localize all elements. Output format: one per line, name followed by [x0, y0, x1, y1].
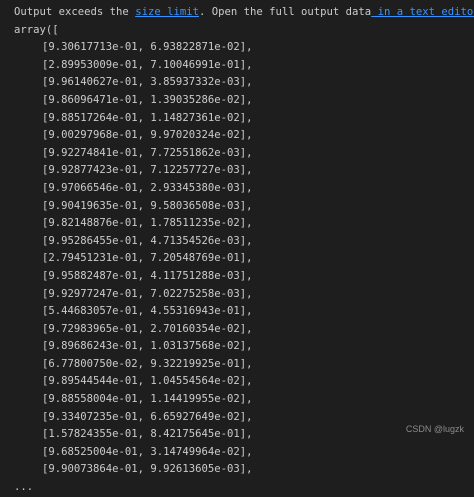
- array-row: [5.44683057e-01, 4.55316943e-01],: [42, 305, 253, 318]
- array-row: [6.77800750e-02, 9.32219925e-01],: [42, 357, 253, 370]
- notice-prefix: Output exceeds the: [14, 6, 136, 18]
- array-row: [9.00297968e-01, 9.97020324e-02],: [42, 129, 253, 142]
- array-row: [9.89686243e-01, 1.03137568e-02],: [42, 340, 253, 353]
- array-row: [9.72983965e-01, 2.70160354e-02],: [42, 322, 253, 335]
- array-row: [9.88517264e-01, 1.14827361e-02],: [42, 111, 253, 124]
- watermark: CSDN @lugzk: [405, 424, 464, 434]
- array-row: [9.96140627e-01, 3.85937332e-03],: [42, 76, 253, 89]
- truncation-ellipsis: ...: [14, 481, 34, 494]
- array-row: [9.90073864e-01, 9.92613605e-03],: [42, 463, 253, 476]
- array-row: [2.89953009e-01, 7.10046991e-01],: [42, 58, 253, 71]
- array-row: [9.92274841e-01, 7.72551862e-03],: [42, 146, 253, 159]
- array-row: [9.88558004e-01, 1.14419955e-02],: [42, 393, 253, 406]
- array-row: [9.95882487e-01, 4.11751288e-03],: [42, 269, 253, 282]
- array-row: [9.30617713e-01, 6.93822871e-02],: [42, 41, 253, 54]
- output-limit-notice: Output exceeds the size limit. Open the …: [14, 4, 474, 22]
- array-row: [9.92977247e-01, 7.02275258e-03],: [42, 287, 253, 300]
- notebook-output: Output exceeds the size limit. Open the …: [14, 4, 474, 497]
- open-in-text-editor-link[interactable]: in a text editor: [371, 6, 474, 18]
- array-row: [9.97066546e-01, 2.93345380e-03],: [42, 181, 253, 194]
- array-row: [9.89544544e-01, 1.04554564e-02],: [42, 375, 253, 388]
- array-row: [9.68525004e-01, 3.14749964e-02],: [42, 445, 253, 458]
- array-row: [9.86096471e-01, 1.39035286e-02],: [42, 93, 253, 106]
- array-row: [9.95286455e-01, 4.71354526e-03],: [42, 234, 253, 247]
- notice-middle: . Open the full output data: [198, 6, 372, 18]
- array-row: [9.90419635e-01, 9.58036508e-03],: [42, 199, 253, 212]
- array-row: [9.82148876e-01, 1.78511235e-02],: [42, 217, 253, 230]
- array-opening: array([: [14, 23, 59, 36]
- array-row: [2.79451231e-01, 7.20548769e-01],: [42, 252, 253, 265]
- array-row: [1.57824355e-01, 8.42175645e-01],: [42, 428, 253, 441]
- array-row: [9.92877423e-01, 7.12257727e-03],: [42, 164, 253, 177]
- array-row: [9.33407235e-01, 6.65927649e-02],: [42, 410, 253, 423]
- size-limit-link[interactable]: size limit: [135, 6, 199, 18]
